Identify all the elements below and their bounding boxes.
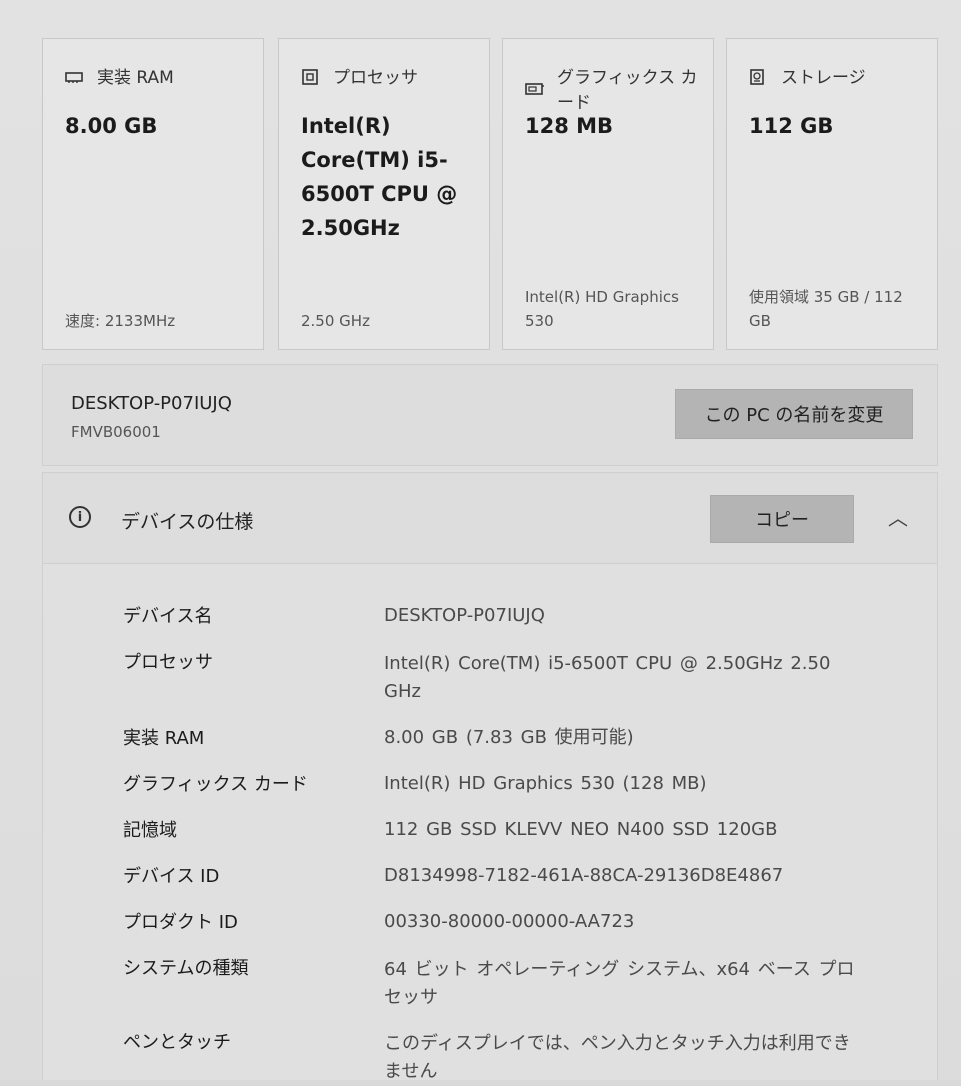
spec-value: D8134998-7182-461A-88CA-29136D8E4867 [384, 865, 784, 886]
spec-value: Intel(R) Core(TM) i5-6500T CPU @ 2.50GHz… [384, 653, 831, 702]
graphics-card: グラフィックス カード 128 MB Intel(R) HD Graphics … [502, 38, 714, 350]
graphics-card-value: 128 MB [525, 114, 614, 138]
spec-value: 112 GB SSD KLEVV NEO N400 SSD 120GB [384, 819, 778, 840]
storage-icon [749, 68, 767, 85]
spec-label: 記憶域 [123, 820, 177, 841]
spec-label: システムの種類 [123, 958, 249, 979]
spec-label: デバイス名 [123, 606, 213, 627]
spec-value: このディスプレイでは、ペン入力とタッチ入力は利用できません [384, 1033, 851, 1082]
processor-card-value: Intel(R) Core(TM) i5-6500T CPU @ 2.50GHz [301, 114, 458, 240]
device-spec-list: デバイス名 DESKTOP-P07IUJQ プロセッサ Intel(R) Cor… [42, 564, 938, 1082]
copy-button[interactable]: コピー [710, 495, 854, 543]
device-name-section: DESKTOP-P07IUJQ FMVB06001 この PC の名前を変更 [42, 364, 938, 466]
about-page: 実装 RAM 8.00 GB 速度: 2133MHz プロセッサ Intel(R… [0, 0, 961, 1082]
spec-value: 8.00 GB (7.83 GB 使用可能) [384, 727, 634, 748]
spec-label: プロダクト ID [123, 912, 238, 933]
spec-label: グラフィックス カード [123, 774, 308, 795]
ram-card-title: 実装 RAM [97, 68, 174, 88]
storage-card: ストレージ 112 GB 使用領域 35 GB / 112 GB [726, 38, 938, 350]
spec-label: 実装 RAM [123, 728, 205, 749]
ram-card-footer: 速度: 2133MHz [65, 312, 176, 330]
spec-label: プロセッサ [123, 652, 213, 673]
spec-value: DESKTOP-P07IUJQ [384, 605, 545, 626]
processor-card: プロセッサ Intel(R) Core(TM) i5-6500T CPU @ 2… [278, 38, 490, 350]
spec-label: ペンとタッチ [123, 1032, 231, 1053]
device-spec-title: デバイスの仕様 [121, 511, 254, 533]
info-icon: i [69, 506, 91, 528]
spec-value: Intel(R) HD Graphics 530 (128 MB) [384, 773, 707, 794]
ram-icon [65, 69, 83, 83]
processor-icon [301, 68, 319, 85]
spec-label: デバイス ID [123, 866, 220, 887]
storage-card-title: ストレージ [781, 68, 866, 88]
ram-card: 実装 RAM 8.00 GB 速度: 2133MHz [42, 38, 264, 350]
spec-value: 00330-80000-00000-AA723 [384, 911, 635, 932]
graphics-card-icon [525, 81, 544, 95]
storage-card-value: 112 GB [749, 114, 834, 138]
device-spec-header[interactable]: i デバイスの仕様 コピー ︿ [42, 472, 938, 564]
processor-card-title: プロセッサ [333, 68, 418, 88]
device-model: FMVB06001 [71, 423, 161, 441]
rename-pc-button[interactable]: この PC の名前を変更 [675, 389, 913, 439]
hardware-cards: 実装 RAM 8.00 GB 速度: 2133MHz プロセッサ Intel(R… [42, 38, 938, 350]
spec-value: 64 ビット オペレーティング システム、x64 ベース プロセッサ [384, 959, 855, 1008]
device-name: DESKTOP-P07IUJQ [71, 393, 232, 414]
processor-card-footer: 2.50 GHz [301, 312, 370, 330]
chevron-up-icon[interactable]: ︿ [885, 503, 911, 530]
ram-card-value: 8.00 GB [65, 114, 158, 138]
storage-card-footer: 使用領域 35 GB / 112 GB [749, 288, 903, 330]
graphics-card-footer: Intel(R) HD Graphics 530 [525, 288, 679, 330]
graphics-card-title: グラフィックス カード [557, 68, 698, 113]
